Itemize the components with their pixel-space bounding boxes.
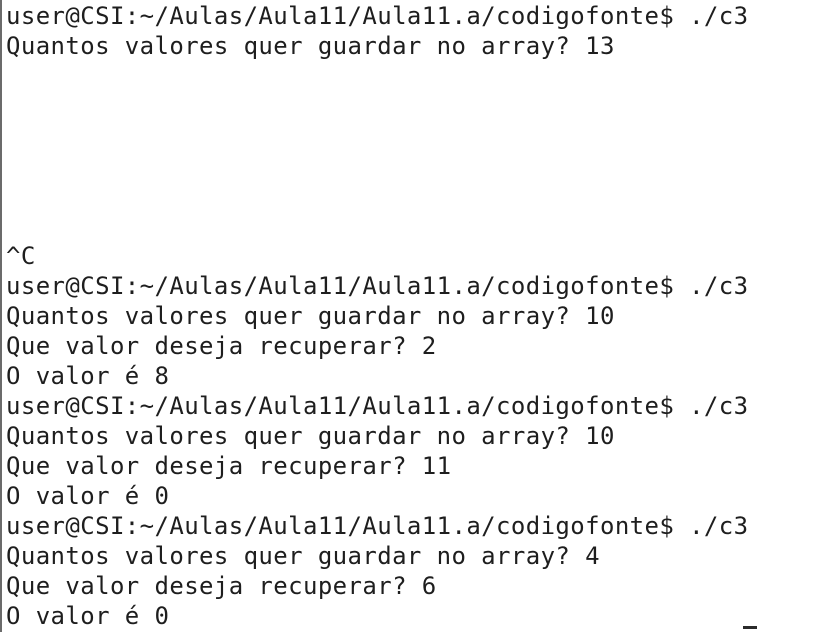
- prompt-line: user@CSI:~/Aulas/Aula11/Aula11.a/codigof…: [6, 392, 749, 420]
- output-line: O valor é 0: [6, 482, 170, 510]
- output-line: Que valor deseja recuperar? 11: [6, 452, 452, 480]
- output-line: Quantos valores quer guardar no array? 1…: [6, 422, 615, 450]
- output-line: O valor é 8: [6, 362, 170, 390]
- prompt-line: user@CSI:~/Aulas/Aula11/Aula11.a/codigof…: [6, 2, 749, 30]
- output-line: Quantos valores quer guardar no array? 4: [6, 542, 600, 570]
- interrupt-line: ^C: [6, 242, 36, 270]
- output-line: Quantos valores quer guardar no array? 1…: [6, 32, 615, 60]
- text-cursor: [743, 626, 757, 629]
- prompt-line: user@CSI:~/Aulas/Aula11/Aula11.a/codigof…: [6, 512, 749, 540]
- prompt-line: user@CSI:~/Aulas/Aula11/Aula11.a/codigof…: [6, 272, 749, 300]
- terminal-window[interactable]: user@CSI:~/Aulas/Aula11/Aula11.a/codigof…: [0, 0, 824, 632]
- output-line: Que valor deseja recuperar? 2: [6, 332, 437, 360]
- output-line: Que valor deseja recuperar? 6: [6, 572, 437, 600]
- output-line: Quantos valores quer guardar no array? 1…: [6, 302, 615, 330]
- output-line: O valor é 0: [6, 602, 170, 630]
